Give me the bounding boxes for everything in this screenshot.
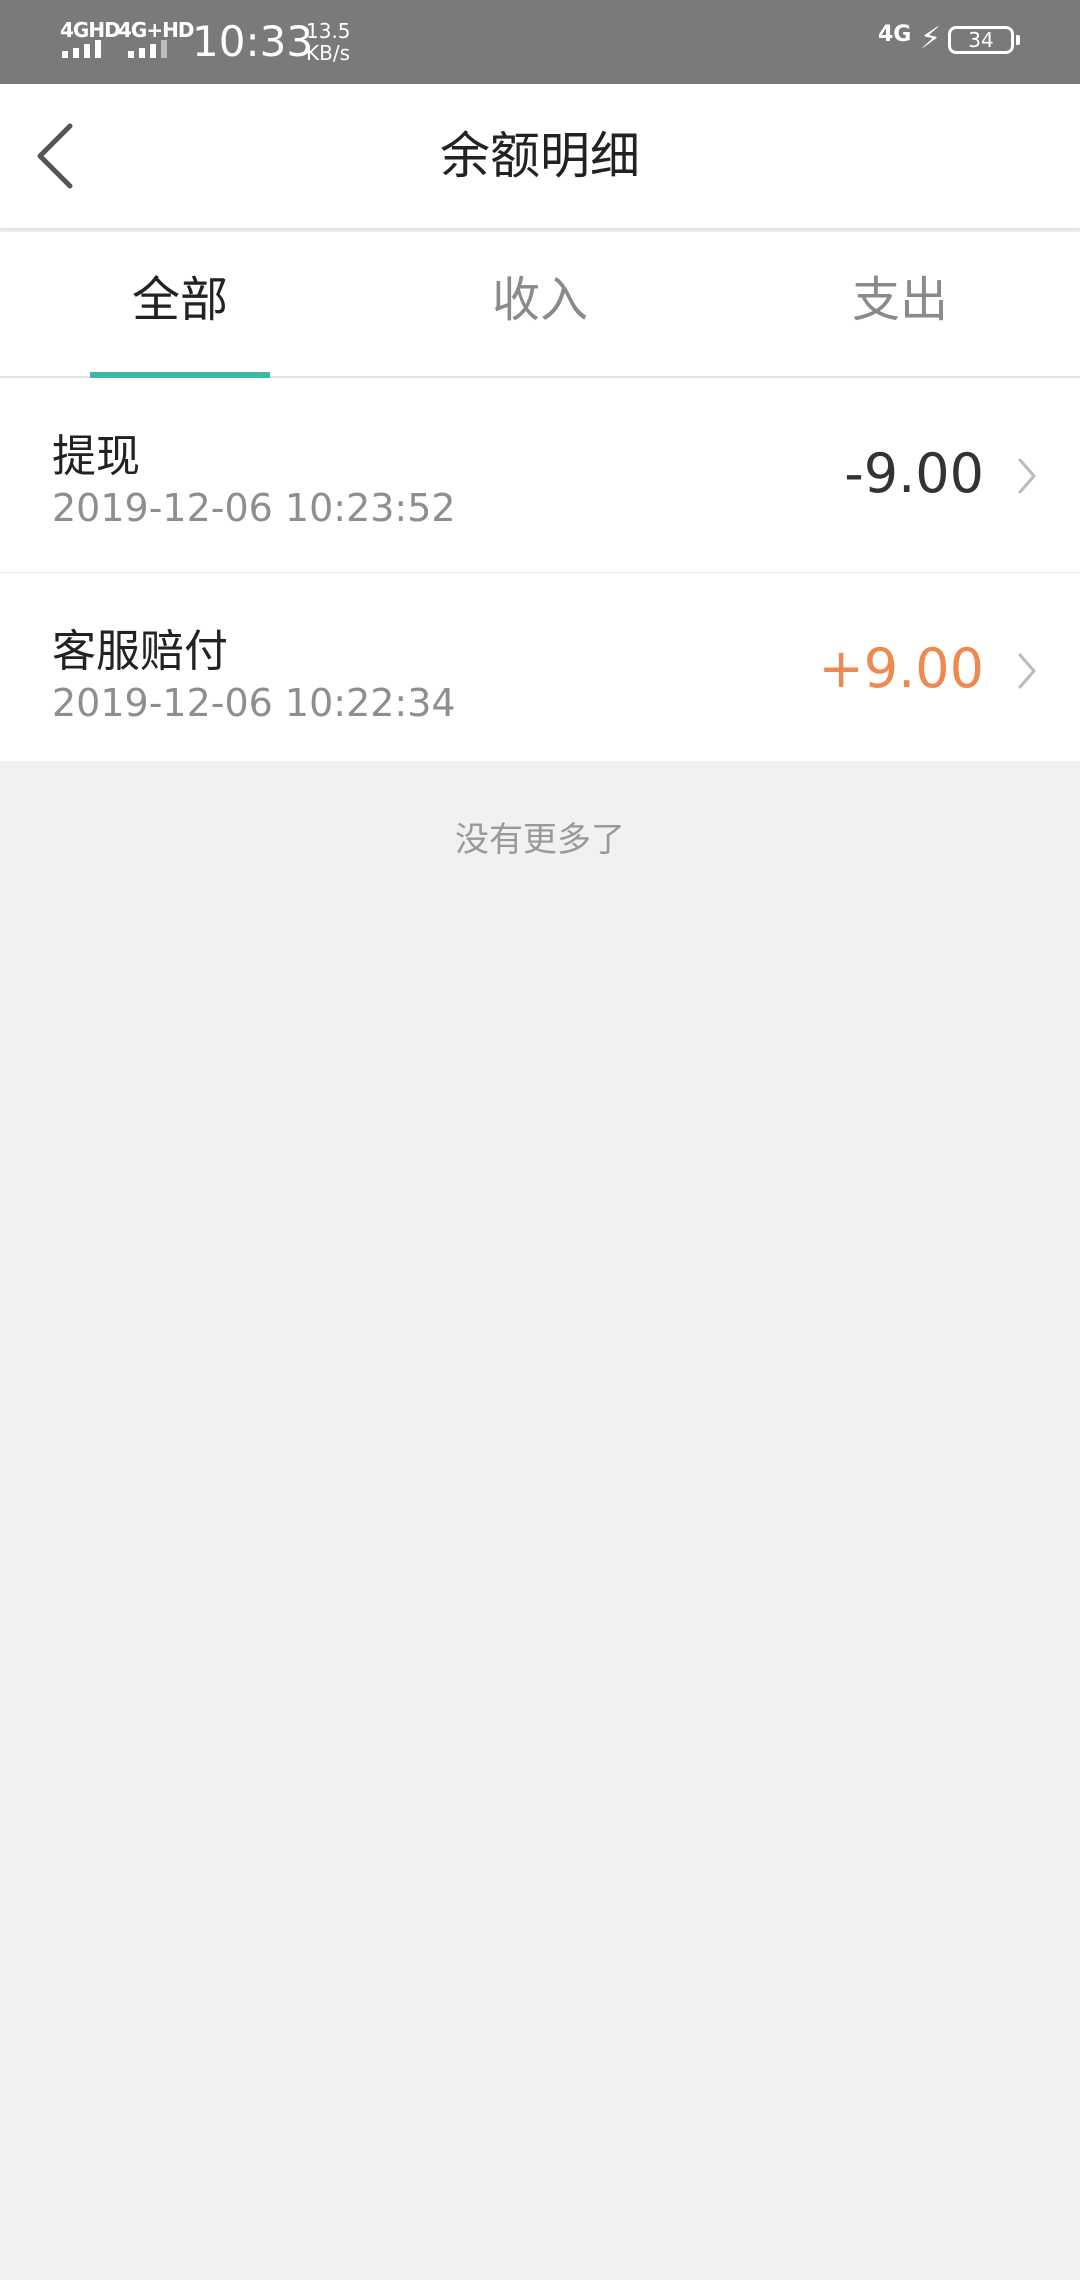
network-label-2: 4G+HD bbox=[118, 18, 194, 42]
tab-expense[interactable]: 支出 bbox=[720, 232, 1080, 376]
network-speed-unit: KB/s bbox=[306, 41, 350, 65]
transaction-amount: +9.00 bbox=[818, 637, 984, 700]
battery-icon: 34 bbox=[948, 26, 1014, 54]
tab-all[interactable]: 全部 bbox=[0, 232, 360, 378]
transaction-amount: -9.00 bbox=[844, 442, 984, 505]
transaction-title: 客服赔付 bbox=[52, 626, 228, 677]
transaction-title: 提现 bbox=[52, 431, 140, 482]
transaction-time: 2019-12-06 10:23:52 bbox=[52, 486, 456, 530]
battery-cap bbox=[1016, 35, 1020, 45]
filter-tabs: 全部 收入 支出 bbox=[0, 232, 1080, 378]
transaction-time: 2019-12-06 10:22:34 bbox=[52, 681, 456, 725]
app-header: 余额明细 bbox=[0, 84, 1080, 228]
chevron-right-icon bbox=[1018, 458, 1036, 494]
no-more-label: 没有更多了 bbox=[455, 820, 625, 860]
transaction-row[interactable]: 提现 2019-12-06 10:23:52 -9.00 bbox=[0, 378, 1080, 573]
signal-icon-2 bbox=[128, 40, 167, 58]
chevron-right-icon bbox=[1018, 653, 1036, 689]
mobile-data-label: 4G bbox=[878, 22, 912, 47]
back-button[interactable] bbox=[30, 122, 90, 190]
charging-icon: ⚡ bbox=[920, 21, 942, 56]
status-bar: 4GHD 4G+HD 10:33 13.5 KB/s 4G ⚡ 34 bbox=[0, 0, 1080, 84]
page-title: 余额明细 bbox=[440, 127, 640, 185]
chevron-left-icon bbox=[37, 123, 73, 189]
clock: 10:33 bbox=[192, 17, 314, 66]
network-speed-value: 13.5 bbox=[306, 19, 351, 43]
signal-icon-1 bbox=[62, 40, 101, 58]
transaction-list: 提现 2019-12-06 10:23:52 -9.00 客服赔付 2019-1… bbox=[0, 378, 1080, 761]
tab-income[interactable]: 收入 bbox=[360, 232, 720, 376]
transaction-row[interactable]: 客服赔付 2019-12-06 10:22:34 +9.00 bbox=[0, 573, 1080, 761]
network-label-1: 4GHD bbox=[60, 18, 121, 42]
network-speed: 13.5 KB/s bbox=[306, 20, 351, 64]
battery-level: 34 bbox=[968, 28, 994, 52]
